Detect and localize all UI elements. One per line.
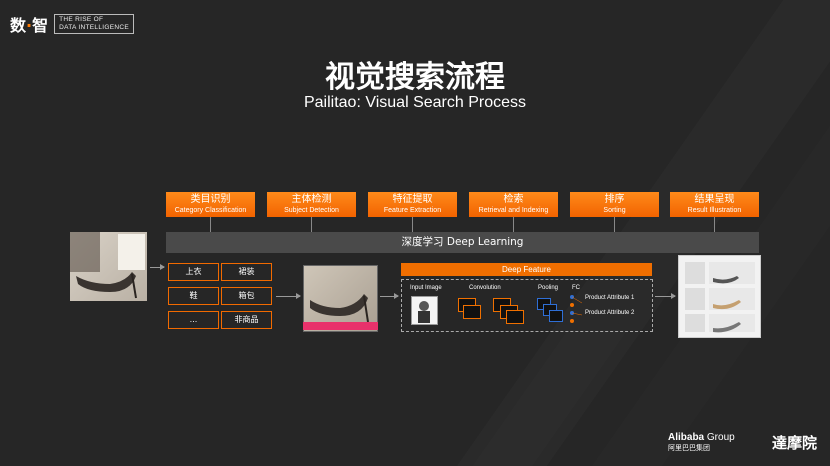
- alibaba-wordmark: Alibaba: [668, 432, 705, 443]
- step-label-en: Sorting: [603, 207, 626, 214]
- logo-char: 智: [32, 16, 49, 35]
- flow-arrow: [380, 293, 399, 299]
- step-subject-detection: 主体检测 Subject Detection: [267, 192, 356, 217]
- flow-arrow: [276, 293, 301, 299]
- deep-feature-header: Deep Feature: [401, 263, 652, 276]
- search-results-image: [678, 255, 761, 338]
- step-label-en: Feature Extraction: [383, 207, 442, 214]
- category-bags: 箱包: [221, 287, 272, 305]
- product-attribute-1: Product Attribute 1: [585, 295, 635, 301]
- pooling-map-icon: [549, 310, 563, 322]
- deep-learning-bar: 深度学习 Deep Learning: [166, 232, 759, 253]
- category-non-product: 非商品: [221, 311, 272, 329]
- fc-layer-icon: [570, 295, 583, 323]
- step-label-zh: 结果呈现: [694, 194, 735, 205]
- shoe-illustration: [310, 294, 369, 323]
- input-image-thumb: [411, 296, 438, 325]
- alibaba-group-logo: Alibaba Group 阿里巴巴集团: [668, 432, 735, 453]
- flow-arrow: [150, 264, 165, 270]
- category-dress: 裙装: [221, 263, 272, 281]
- step-connector: [614, 217, 615, 232]
- results-grid-illustration: [685, 262, 755, 333]
- logo-tagline-line2: DATA INTELLIGENCE: [59, 24, 129, 31]
- input-photo: [70, 232, 147, 301]
- crop-highlight-bar: [303, 322, 378, 330]
- group-wordmark: Group: [706, 432, 735, 443]
- step-sorting: 排序 Sorting: [570, 192, 659, 217]
- flow-arrow: [655, 293, 676, 299]
- step-label-zh: 检索: [503, 194, 524, 205]
- page-subtitle: Pailitao: Visual Search Process: [303, 94, 527, 111]
- step-connector: [714, 217, 715, 232]
- product-attribute-2: Product Attribute 2: [585, 310, 635, 316]
- feature-map-icon: [506, 310, 524, 324]
- category-more: ...: [168, 311, 219, 329]
- person-icon: [418, 301, 430, 323]
- damo-academy-logo: 達摩院: [772, 434, 818, 452]
- convolution-label: Convolution: [469, 285, 501, 291]
- step-result-illustration: 结果呈现 Result Illustration: [670, 192, 759, 217]
- step-label-zh: 类目识别: [190, 194, 231, 205]
- alibaba-cn-wordmark: 阿里巴巴集团: [668, 444, 710, 452]
- feature-map-icon: [463, 305, 481, 319]
- step-connector: [412, 217, 413, 232]
- step-label-en: Subject Detection: [284, 207, 339, 214]
- category-shoes: 鞋: [168, 287, 219, 305]
- shoe-illustration: [70, 232, 145, 299]
- category-top: 上衣: [168, 263, 219, 281]
- step-label-en: Result Illustration: [687, 207, 742, 214]
- pooling-label: Pooling: [538, 285, 559, 291]
- step-label-zh: 排序: [604, 194, 625, 205]
- step-connector: [513, 217, 514, 232]
- step-category-classification: 类目识别 Category Classification: [166, 192, 255, 217]
- logo-tagline-line1: THE RISE OF: [59, 16, 104, 23]
- logo-mark: 数·智: [10, 12, 48, 36]
- brand-logo: 数·智 THE RISE OF DATA INTELLIGENCE: [10, 12, 134, 36]
- step-feature-extraction: 特征提取 Feature Extraction: [368, 192, 457, 217]
- step-label-en: Retrieval and Indexing: [478, 207, 549, 214]
- step-retrieval-indexing: 检索 Retrieval and Indexing: [469, 192, 558, 217]
- step-label-en: Category Classification: [174, 207, 247, 214]
- page-title: 视觉搜索流程: [325, 60, 505, 95]
- step-label-zh: 特征提取: [392, 194, 433, 205]
- logo-tagline: THE RISE OF DATA INTELLIGENCE: [54, 14, 134, 34]
- step-label-zh: 主体检测: [291, 194, 332, 205]
- logo-char: 数: [10, 16, 27, 35]
- step-connector: [210, 217, 211, 232]
- input-image-label: Input Image: [410, 285, 442, 291]
- fc-label: FC: [572, 285, 580, 291]
- step-connector: [311, 217, 312, 232]
